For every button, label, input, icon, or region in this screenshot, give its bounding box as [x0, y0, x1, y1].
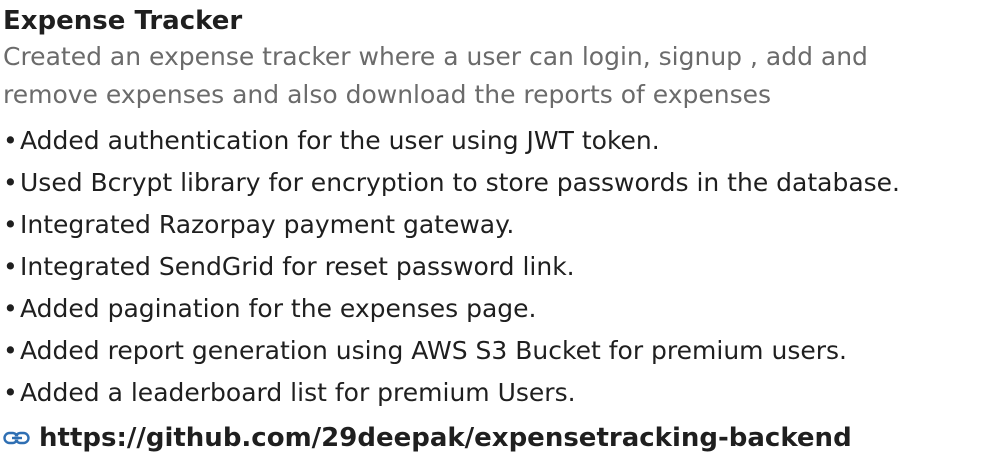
list-item: •Added a leaderboard list for premium Us… — [3, 372, 998, 414]
list-item: •Added report generation using AWS S3 Bu… — [3, 330, 998, 372]
repo-link[interactable]: https://github.com/29deepak/expensetrack… — [39, 423, 852, 453]
bullet-glyph: • — [3, 126, 18, 155]
list-item-text: Integrated Razorpay payment gateway. — [20, 210, 515, 239]
project-section: Expense Tracker Created an expense track… — [0, 0, 998, 460]
list-item: •Integrated SendGrid for reset password … — [3, 246, 998, 288]
list-item: •Added authentication for the user using… — [3, 120, 998, 162]
bullet-glyph: • — [3, 210, 18, 239]
bullet-glyph: • — [3, 294, 18, 323]
list-item: •Integrated Razorpay payment gateway. — [3, 204, 998, 246]
repo-link-row[interactable]: https://github.com/29deepak/expensetrack… — [3, 416, 998, 460]
bullet-glyph: • — [3, 336, 18, 365]
bullet-glyph: • — [3, 168, 18, 197]
bullet-glyph: • — [3, 252, 18, 281]
list-item: •Used Bcrypt library for encryption to s… — [3, 162, 998, 204]
list-item-text: Added a leaderboard list for premium Use… — [20, 378, 576, 407]
link-icon — [3, 428, 31, 448]
list-item-text: Used Bcrypt library for encryption to st… — [20, 168, 901, 197]
list-item-text: Integrated SendGrid for reset password l… — [20, 252, 575, 281]
project-description: Created an expense tracker where a user … — [3, 42, 868, 109]
list-item-text: Added pagination for the expenses page. — [20, 294, 537, 323]
feature-list: •Added authentication for the user using… — [3, 120, 998, 414]
list-item-text: Added report generation using AWS S3 Buc… — [20, 336, 847, 365]
list-item-text: Added authentication for the user using … — [20, 126, 660, 155]
bullet-glyph: • — [3, 378, 18, 407]
list-item: •Added pagination for the expenses page. — [3, 288, 998, 330]
project-title: Expense Tracker — [3, 6, 243, 36]
